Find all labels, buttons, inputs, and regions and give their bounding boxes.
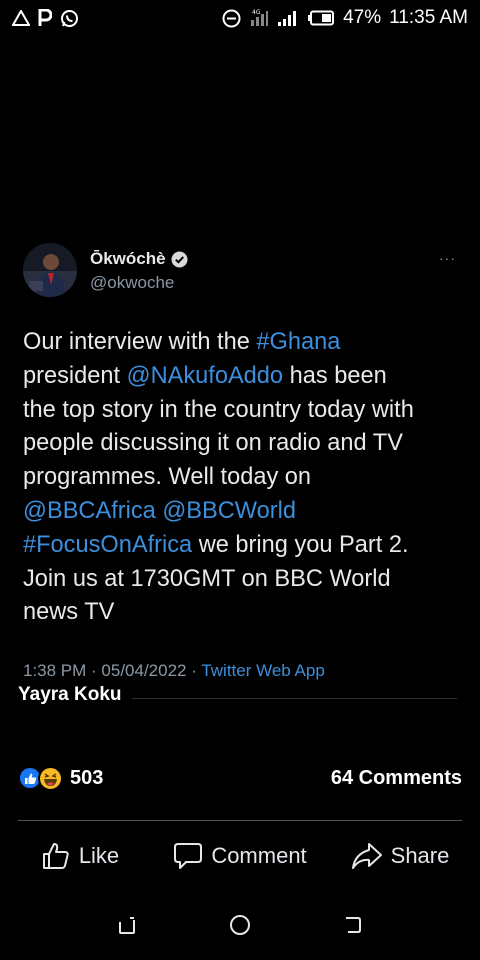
tweet-text-segment: programmes. Well today on <box>23 464 312 491</box>
status-bar: 4G 47% 11:35 AM <box>0 0 480 36</box>
comment-button[interactable]: Comment <box>160 835 320 877</box>
reaction-icons <box>18 764 68 792</box>
tweet-text-line: people discussing it on radio and TV <box>23 427 463 461</box>
author-name[interactable]: Ōkwóchè <box>90 249 188 269</box>
tweet-card: Ōkwóchè @okwoche ··· Our interview with … <box>0 240 480 680</box>
tweet-text-segment: news TV <box>23 599 115 626</box>
signal-strength-icon <box>277 9 299 27</box>
tweet-header: Ōkwóchè @okwoche ··· <box>0 240 480 304</box>
thumbs-up-icon <box>41 841 71 871</box>
whatsapp-icon <box>60 9 79 28</box>
back-icon <box>346 917 362 933</box>
tweet-text-line: the top story in the country today with <box>23 394 463 428</box>
share-label: Share <box>390 843 450 868</box>
status-left-icons <box>12 9 79 28</box>
screenshot-divider <box>132 698 457 699</box>
reactions-row: 503 64 Comments <box>18 762 462 794</box>
tweet-text-segment: we bring you Part 2. <box>192 531 409 558</box>
tweet-text-segment: people discussing it on radio and TV <box>23 430 403 457</box>
comment-label: Comment <box>211 843 307 868</box>
post-actions: Like Comment Share <box>0 835 480 877</box>
reaction-count: 503 <box>70 766 104 789</box>
tweet-link[interactable]: #Ghana <box>256 329 340 355</box>
recent-apps-button[interactable] <box>107 905 147 945</box>
status-right: 4G 47% 11:35 AM <box>222 7 468 29</box>
tweet-source-app[interactable]: Twitter Web App <box>201 661 324 680</box>
tweet-text-segment: Our interview with the <box>23 329 257 355</box>
tweet-text-segment: president <box>23 362 127 389</box>
tweet-link[interactable]: @BBCAfrica @BBCWorld <box>23 498 296 524</box>
tweet-text-line: @BBCAfrica @BBCWorld <box>23 495 463 529</box>
author-avatar[interactable] <box>23 243 77 297</box>
tweet-text-line: Join us at 1730GMT on BBC World <box>23 563 463 597</box>
back-button[interactable] <box>333 905 373 945</box>
home-circle-icon <box>229 915 250 935</box>
battery-icon <box>307 10 335 26</box>
comments-count[interactable]: 64 Comments <box>331 767 462 790</box>
verified-badge-icon <box>171 251 188 268</box>
p-app-icon <box>38 9 52 27</box>
tweet-text-line: news TV <box>23 596 463 630</box>
share-arrow-icon <box>351 841 383 871</box>
alert-triangle-icon <box>12 10 30 26</box>
clock: 11:35 AM <box>389 7 468 28</box>
like-button[interactable]: Like <box>0 835 160 877</box>
comment-bubble-icon <box>173 841 203 871</box>
like-label: Like <box>78 843 120 868</box>
tweet-text-line: programmes. Well today on <box>23 461 463 495</box>
tweet-meta: 1:38 PM · 05/04/2022 · Twitter Web App <box>23 661 325 681</box>
tweet-text-line: #FocusOnAfrica we bring you Part 2. <box>23 529 463 563</box>
svg-text:4G: 4G <box>252 9 261 16</box>
recent-apps-icon <box>118 917 135 934</box>
tweet-link[interactable]: #FocusOnAfrica <box>23 532 192 558</box>
poster-name[interactable]: Yayra Koku <box>18 684 122 706</box>
do-not-disturb-icon <box>222 9 241 28</box>
system-nav-bar <box>0 905 480 945</box>
tweet-text-line: Our interview with the #Ghana <box>23 326 463 360</box>
tweet-text-segment: has been <box>283 362 387 389</box>
author-handle[interactable]: @okwoche <box>90 273 174 293</box>
tweet-link[interactable]: @NAkufoAddo <box>127 363 283 389</box>
share-button[interactable]: Share <box>320 835 480 877</box>
reactions-summary[interactable]: 503 <box>18 764 103 792</box>
more-options-icon[interactable]: ··· <box>439 250 456 266</box>
author-name-text: Ōkwóchè <box>90 249 166 268</box>
volte-signal-icon: 4G <box>249 8 269 28</box>
tweet-text-segment: the top story in the country today with <box>23 396 414 423</box>
tweet-timestamp: 1:38 PM · 05/04/2022 · <box>23 661 202 680</box>
tweet-text-line: president @NAkufoAddo has been <box>23 360 463 394</box>
tweet-text: Our interview with the #Ghana president @… <box>23 326 463 630</box>
battery-percent: 47% <box>343 7 382 28</box>
actions-divider <box>18 820 462 821</box>
home-button[interactable] <box>220 905 260 945</box>
haha-reaction-icon <box>38 766 63 791</box>
tweet-text-segment: Join us at 1730GMT on BBC World <box>23 565 391 592</box>
